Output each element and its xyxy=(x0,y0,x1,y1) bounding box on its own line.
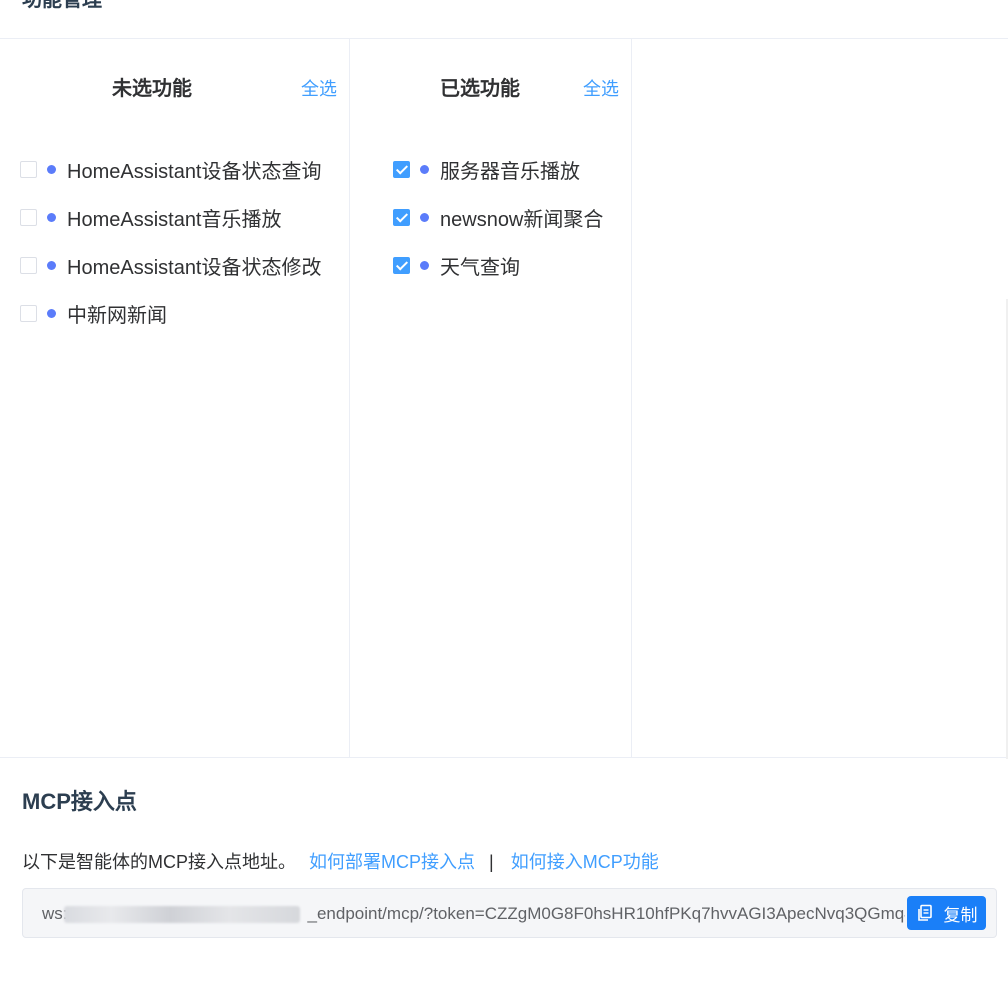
page-title: 功能管理 xyxy=(22,0,102,11)
unselected-title: 未选功能 xyxy=(112,78,192,100)
selected-title: 已选功能 xyxy=(440,78,520,100)
how-to-connect-mcp-link[interactable]: 如何接入MCP功能 xyxy=(511,852,659,872)
mcp-title: MCP接入点 xyxy=(22,789,137,814)
link-separator: | xyxy=(489,852,494,872)
bullet-dot-icon xyxy=(420,164,429,174)
function-item[interactable]: HomeAssistant设备状态查询 xyxy=(20,145,322,193)
endpoint-path: _endpoint/mcp/?token=CZZgM0G8F0hsHR10hfP… xyxy=(307,904,906,923)
column-divider xyxy=(631,39,632,757)
bullet-dot-icon xyxy=(420,260,429,270)
function-label: 服务器音乐播放 xyxy=(440,160,580,183)
function-label: 天气查询 xyxy=(440,256,520,279)
checkbox-checked[interactable] xyxy=(393,256,410,274)
copy-button-label: 复制 xyxy=(943,905,978,925)
unselected-select-all-link[interactable]: 全选 xyxy=(301,77,337,101)
function-label: HomeAssistant设备状态修改 xyxy=(67,256,322,279)
checkbox[interactable] xyxy=(20,304,37,322)
function-label: HomeAssistant设备状态查询 xyxy=(67,160,322,183)
selected-select-all-link[interactable]: 全选 xyxy=(583,77,619,101)
bullet-dot-icon xyxy=(47,260,56,270)
bullet-dot-icon xyxy=(47,308,56,318)
function-panels: 未选功能 全选 HomeAssistant设备状态查询 HomeAssistant… xyxy=(0,39,1008,759)
column-divider xyxy=(349,39,350,757)
unselected-function-list: HomeAssistant设备状态查询 HomeAssistant音乐播放 Home… xyxy=(20,145,322,337)
mcp-description: 以下是智能体的MCP接入点地址。 如何部署MCP接入点 | 如何接入MCP功能 xyxy=(22,851,659,873)
page-header: 功能管理 xyxy=(0,0,1008,39)
checkbox-checked[interactable] xyxy=(393,160,410,178)
checkbox[interactable] xyxy=(20,160,37,178)
checkbox[interactable] xyxy=(20,208,37,226)
copy-icon xyxy=(917,904,932,921)
function-label: HomeAssistant音乐播放 xyxy=(67,208,282,231)
function-label: 中新网新闻 xyxy=(67,304,167,327)
bullet-dot-icon xyxy=(47,212,56,222)
mcp-description-text: 以下是智能体的MCP接入点地址。 xyxy=(22,852,296,872)
function-label: newsnow新闻聚合 xyxy=(440,208,604,231)
function-item[interactable]: 服务器音乐播放 xyxy=(393,145,603,193)
selected-function-list: 服务器音乐播放 newsnow新闻聚合 天气查询 xyxy=(393,145,603,289)
mcp-section: MCP接入点 以下是智能体的MCP接入点地址。 如何部署MCP接入点 | 如何接… xyxy=(0,759,1008,991)
how-to-deploy-mcp-link[interactable]: 如何部署MCP接入点 xyxy=(309,852,475,872)
checkbox[interactable] xyxy=(20,256,37,274)
checkbox-checked[interactable] xyxy=(393,208,410,226)
redacted-blur xyxy=(64,906,300,923)
function-item[interactable]: 天气查询 xyxy=(393,241,603,289)
function-item[interactable]: newsnow新闻聚合 xyxy=(393,193,603,241)
function-item[interactable]: HomeAssistant音乐播放 xyxy=(20,193,322,241)
function-item[interactable]: HomeAssistant设备状态修改 xyxy=(20,241,322,289)
bullet-dot-icon xyxy=(47,164,56,174)
bullet-dot-icon xyxy=(420,212,429,222)
copy-button[interactable]: 复制 xyxy=(907,896,986,930)
function-item[interactable]: 中新网新闻 xyxy=(20,289,322,337)
mcp-endpoint-field[interactable]: ws: _endpoint/mcp/?token=CZZgM0G8F0hsHR10… xyxy=(22,888,997,938)
